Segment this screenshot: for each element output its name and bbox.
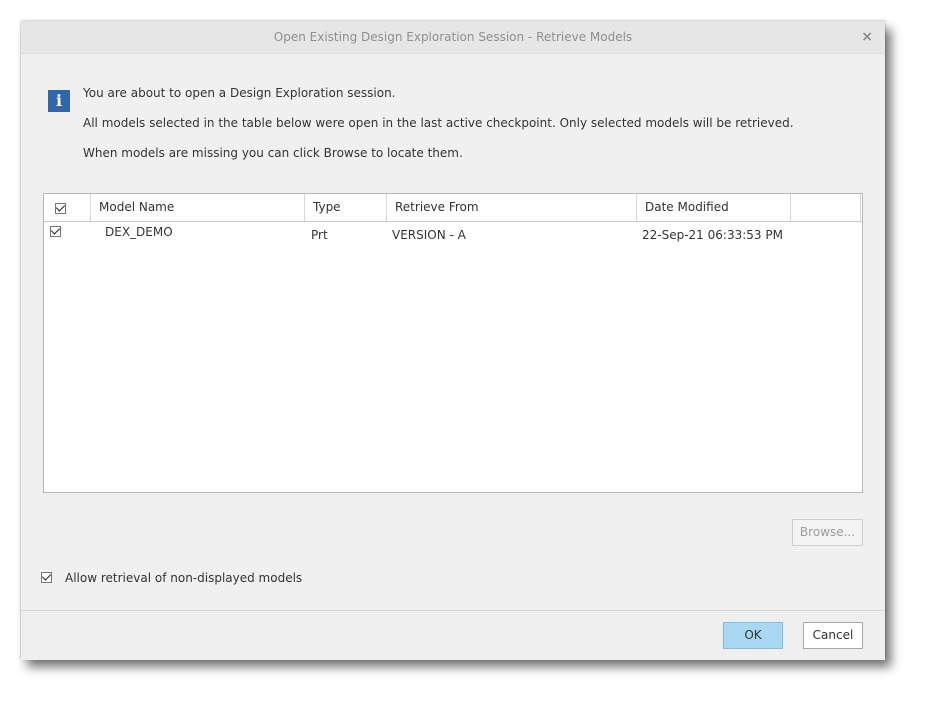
row-type: Prt <box>311 228 328 242</box>
info-message-line-2: All models selected in the table below w… <box>83 116 794 130</box>
info-icon: i <box>48 90 70 112</box>
allow-retrieval-option[interactable]: Allow retrieval of non-displayed models <box>41 571 341 585</box>
select-all-header <box>44 194 91 221</box>
row-date-modified: 22-Sep-21 06:33:53 PM <box>642 228 783 242</box>
column-header-date-modified[interactable]: Date Modified <box>637 194 791 221</box>
ok-button[interactable]: OK <box>723 622 783 649</box>
column-header-model-name[interactable]: Model Name <box>91 194 305 221</box>
column-header-retrieve-from[interactable]: Retrieve From <box>387 194 637 221</box>
info-message-line-1: You are about to open a Design Explorati… <box>83 86 396 100</box>
column-header-type[interactable]: Type <box>305 194 387 221</box>
row-checkbox[interactable] <box>50 226 61 237</box>
info-message-line-3: When models are missing you can click Br… <box>83 146 463 160</box>
cancel-button[interactable]: Cancel <box>803 622 863 649</box>
column-header-empty <box>791 194 861 221</box>
row-retrieve-from[interactable]: VERSION - A <box>392 228 466 242</box>
row-model-name: DEX_DEMO <box>105 225 173 239</box>
close-icon[interactable]: × <box>861 29 873 45</box>
retrieve-models-dialog: Open Existing Design Exploration Session… <box>21 21 885 660</box>
allow-retrieval-label: Allow retrieval of non-displayed models <box>65 571 303 585</box>
browse-button[interactable]: Browse... <box>792 519 863 546</box>
select-all-checkbox[interactable] <box>55 203 66 214</box>
models-table: Model Name Type Retrieve From Date Modif… <box>43 193 863 493</box>
table-row[interactable]: DEX_DEMO Prt VERSION - A 22-Sep-21 06:33… <box>44 222 862 248</box>
dialog-title: Open Existing Design Exploration Session… <box>273 30 633 44</box>
allow-retrieval-checkbox[interactable] <box>41 572 52 583</box>
dialog-titlebar: Open Existing Design Exploration Session… <box>21 21 885 54</box>
table-header: Model Name Type Retrieve From Date Modif… <box>44 194 862 222</box>
